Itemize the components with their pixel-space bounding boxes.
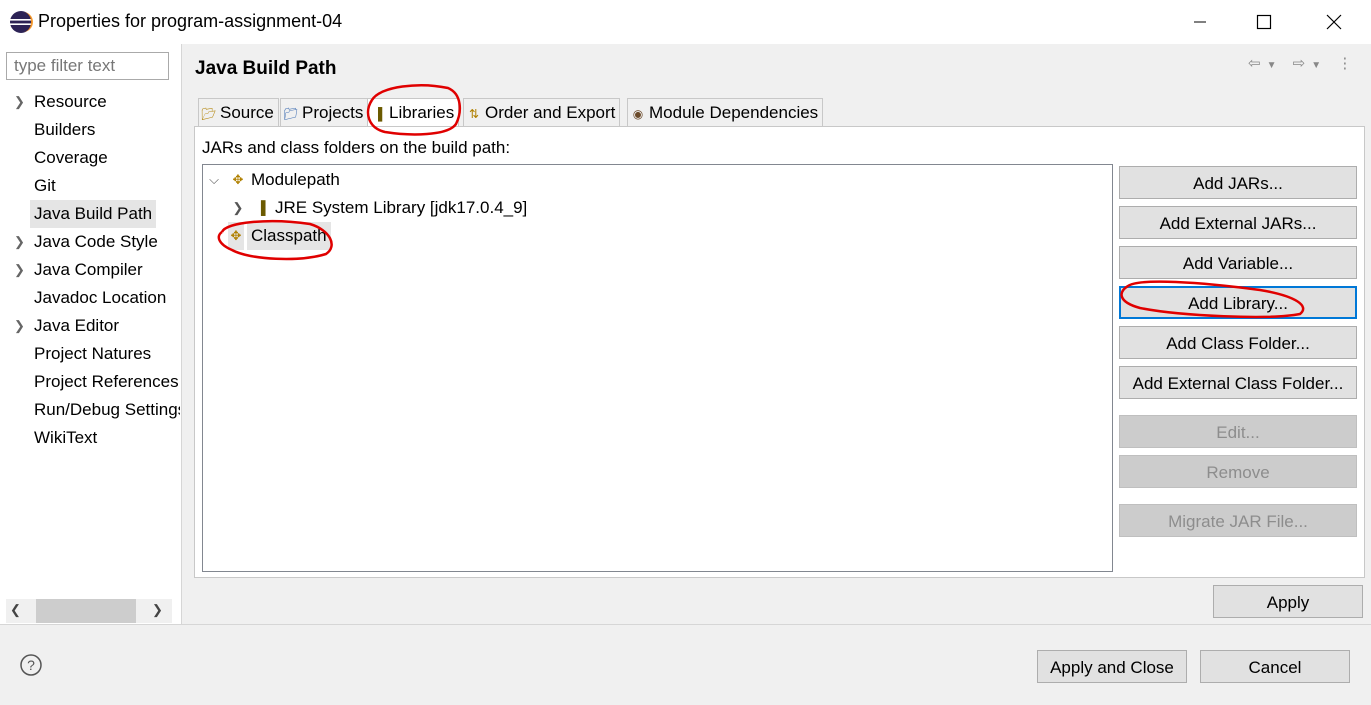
nav-item-java-editor[interactable]: ❯ Java Editor (0, 312, 180, 340)
libraries-icon: ▐ (373, 107, 383, 121)
add-library-button[interactable]: Add Library... (1119, 286, 1357, 319)
build-path-description: JARs and class folders on the build path… (202, 138, 511, 157)
view-menu-icon[interactable]: ⋮ (1337, 55, 1358, 72)
nav-item-java-build-path[interactable]: Java Build Path (0, 200, 180, 228)
nav-item-label: Java Build Path (30, 200, 157, 228)
order-export-icon: ⇅ (468, 107, 480, 121)
nav-item-label: Java Compiler (34, 260, 143, 279)
nav-item-builders[interactable]: Builders (0, 116, 180, 144)
nav-item-run-debug-settings[interactable]: Run/Debug Settings (0, 396, 180, 424)
nav-item-coverage[interactable]: Coverage (0, 144, 180, 172)
tree-node-label: Classpath (247, 222, 331, 250)
maximize-icon (1256, 14, 1272, 30)
nav-item-java-code-style[interactable]: ❯ Java Code Style (0, 228, 180, 256)
nav-item-label: Run/Debug Settings (34, 400, 180, 419)
path-container-icon: ✥ (228, 222, 244, 250)
collapse-arrow-icon[interactable]: ⌵ (207, 166, 221, 194)
module-icon: ◉ (632, 107, 644, 121)
forward-menu-icon[interactable]: ▼ (1311, 60, 1327, 71)
tab-source[interactable]: 📂︎ Source (198, 98, 279, 126)
tab-order-and-export[interactable]: ⇅ Order and Export (463, 98, 621, 126)
path-container-icon: ✥ (232, 172, 244, 187)
nav-item-label: Project References (34, 372, 179, 391)
nav-item-resource[interactable]: ❯ Resource (0, 88, 180, 116)
minimize-button[interactable] (1168, 0, 1232, 44)
nav-item-label: Resource (34, 92, 107, 111)
tab-label: Source (220, 103, 274, 122)
tab-libraries[interactable]: ▐ Libraries (367, 98, 460, 128)
help-icon[interactable]: ? (19, 653, 43, 677)
tab-module-dependencies[interactable]: ◉ Module Dependencies (627, 98, 824, 126)
expand-arrow-icon[interactable]: ❯ (14, 312, 26, 340)
minimize-icon (1194, 21, 1206, 23)
scrollbar-thumb[interactable] (36, 599, 136, 623)
nav-item-javadoc-location[interactable]: Javadoc Location (0, 284, 180, 312)
expand-arrow-icon[interactable]: ❯ (14, 256, 26, 284)
window-title: Properties for program-assignment-04 (38, 11, 343, 31)
close-icon (1326, 14, 1342, 30)
expand-arrow-icon[interactable]: ❯ (231, 194, 245, 222)
tab-label: Order and Export (485, 103, 616, 122)
nav-item-label: Javadoc Location (34, 288, 167, 307)
projects-folder-icon: 📁︎ (283, 107, 299, 121)
expand-arrow-icon[interactable]: ❯ (14, 228, 26, 256)
nav-item-label: Java Code Style (34, 232, 158, 251)
tree-node-label: JRE System Library [jdk17.0.4_9] (275, 198, 528, 217)
add-class-folder-button[interactable]: Add Class Folder... (1119, 326, 1357, 359)
back-menu-icon[interactable]: ▼ (1267, 60, 1283, 71)
remove-button[interactable]: Remove (1119, 455, 1357, 488)
page-title: Java Build Path (195, 58, 337, 79)
footer-divider (0, 624, 1371, 625)
filter-input[interactable] (6, 52, 169, 80)
library-icon: ▐ (256, 200, 266, 215)
add-variable-button[interactable]: Add Variable... (1119, 246, 1357, 279)
maximize-button[interactable] (1232, 0, 1296, 44)
horizontal-scrollbar[interactable]: ❮ ❯ (6, 599, 172, 623)
add-jars-button[interactable]: Add JARs... (1119, 166, 1357, 199)
nav-item-label: Git (34, 176, 56, 195)
close-button[interactable] (1302, 0, 1366, 44)
nav-item-label: WikiText (34, 428, 98, 447)
scroll-left-icon[interactable]: ❮ (10, 602, 21, 618)
back-arrow-icon[interactable]: ⇦ (1248, 55, 1267, 72)
scroll-right-icon[interactable]: ❯ (152, 602, 163, 618)
nav-item-label: Project Natures (34, 344, 152, 363)
tree-node-jre-system-library[interactable]: ❯ ▐ JRE System Library [jdk17.0.4_9] (204, 194, 604, 222)
tree-node-modulepath[interactable]: ⌵ ✥ Modulepath (204, 166, 604, 194)
expand-arrow-icon[interactable]: ❯ (14, 88, 26, 116)
apply-button[interactable]: Apply (1213, 585, 1363, 618)
edit-button[interactable]: Edit... (1119, 415, 1357, 448)
tab-label: Module Dependencies (649, 103, 819, 122)
migrate-jar-file-button[interactable]: Migrate JAR File... (1119, 504, 1357, 537)
tab-label: Libraries (389, 103, 455, 122)
tree-node-label: Modulepath (251, 170, 340, 189)
svg-text:?: ? (27, 657, 35, 673)
nav-item-git[interactable]: Git (0, 172, 180, 200)
add-external-jars-button[interactable]: Add External JARs... (1119, 206, 1357, 239)
tab-projects[interactable]: 📁︎ Projects (280, 98, 369, 126)
apply-and-close-button[interactable]: Apply and Close (1037, 650, 1187, 683)
cancel-button[interactable]: Cancel (1200, 650, 1350, 683)
nav-item-java-compiler[interactable]: ❯ Java Compiler (0, 256, 180, 284)
nav-item-wikitext[interactable]: WikiText (0, 424, 180, 452)
nav-item-project-references[interactable]: Project References (0, 368, 180, 396)
tree-node-classpath[interactable]: ✥ Classpath (204, 222, 404, 250)
nav-item-label: Coverage (34, 148, 108, 167)
add-external-class-folder-button[interactable]: Add External Class Folder... (1119, 366, 1357, 399)
forward-arrow-icon[interactable]: ⇨ (1293, 55, 1312, 72)
source-folder-icon: 📂︎ (201, 107, 217, 121)
history-nav: ⇦▼ ⇨▼ ⋮ (1248, 54, 1358, 72)
nav-item-label: Builders (34, 120, 96, 139)
tab-label: Projects (302, 103, 364, 122)
eclipse-logo-icon (10, 11, 33, 33)
nav-item-label: Java Editor (34, 316, 120, 335)
nav-item-project-natures[interactable]: Project Natures (0, 340, 180, 368)
